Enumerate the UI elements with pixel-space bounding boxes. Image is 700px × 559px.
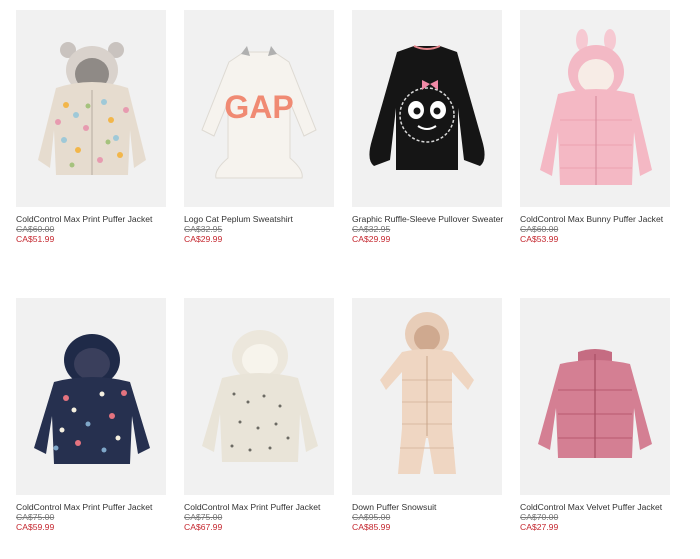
product-name[interactable]: Graphic Ruffle-Sleeve Pullover Sweater [352,214,503,224]
product-grid: ColdControl Max Print Puffer Jacket CA$6… [0,0,700,559]
original-price: CA$70.00 [520,512,559,522]
product-name[interactable]: Down Puffer Snowsuit [352,502,502,512]
original-price: CA$32.95 [352,224,391,234]
svg-text:GAP: GAP [224,89,293,125]
product-card[interactable]: ColdControl Max Bunny Puffer Jacket CA$6… [520,10,670,245]
product-image[interactable] [16,10,166,207]
product-card[interactable]: GAP Logo Cat Peplum Sweatshirt CA$32.95 … [184,10,334,245]
navy-floral-puffer-image [16,298,166,495]
product-card[interactable]: ColdControl Max Print Puffer Jacket CA$7… [184,298,334,533]
product-card[interactable]: Graphic Ruffle-Sleeve Pullover Sweater C… [352,10,503,245]
product-image[interactable]: GAP [184,10,334,207]
gap-logo-sweatshirt-image: GAP [184,10,334,207]
sale-price: CA$27.99 [520,522,559,532]
product-name[interactable]: ColdControl Max Velvet Puffer Jacket [520,502,670,512]
product-image[interactable] [352,298,502,495]
product-image[interactable] [520,10,670,207]
original-price: CA$60.00 [16,224,55,234]
product-name[interactable]: Logo Cat Peplum Sweatshirt [184,214,334,224]
sale-price: CA$29.99 [352,234,391,244]
sale-price: CA$85.99 [352,522,391,532]
champagne-snowsuit-image [352,298,502,495]
product-card[interactable]: ColdControl Max Velvet Puffer Jacket CA$… [520,298,670,533]
product-name[interactable]: ColdControl Max Print Puffer Jacket [184,502,334,512]
floral-puffer-jacket-image [16,10,166,207]
pink-bunny-puffer-image [520,10,670,207]
product-image[interactable] [16,298,166,495]
original-price: CA$75.00 [184,512,223,522]
sale-price: CA$51.99 [16,234,55,244]
original-price: CA$32.95 [184,224,223,234]
product-card[interactable]: ColdControl Max Print Puffer Jacket CA$6… [16,10,166,245]
product-name[interactable]: ColdControl Max Print Puffer Jacket [16,214,166,224]
product-card[interactable]: Down Puffer Snowsuit CA$95.00 CA$85.99 [352,298,502,533]
product-image[interactable] [520,298,670,495]
pink-velvet-puffer-image [520,298,670,495]
product-image[interactable] [184,298,334,495]
product-image[interactable] [352,10,502,207]
original-price: CA$95.00 [352,512,391,522]
sale-price: CA$67.99 [184,522,223,532]
product-name[interactable]: ColdControl Max Print Puffer Jacket [16,502,166,512]
sale-price: CA$53.99 [520,234,559,244]
original-price: CA$60.00 [520,224,559,234]
original-price: CA$75.00 [16,512,55,522]
product-card[interactable]: ColdControl Max Print Puffer Jacket CA$7… [16,298,166,533]
product-name[interactable]: ColdControl Max Bunny Puffer Jacket [520,214,670,224]
cream-print-puffer-image [184,298,334,495]
sale-price: CA$29.99 [184,234,223,244]
sale-price: CA$59.99 [16,522,55,532]
monster-sweater-image [352,10,502,207]
